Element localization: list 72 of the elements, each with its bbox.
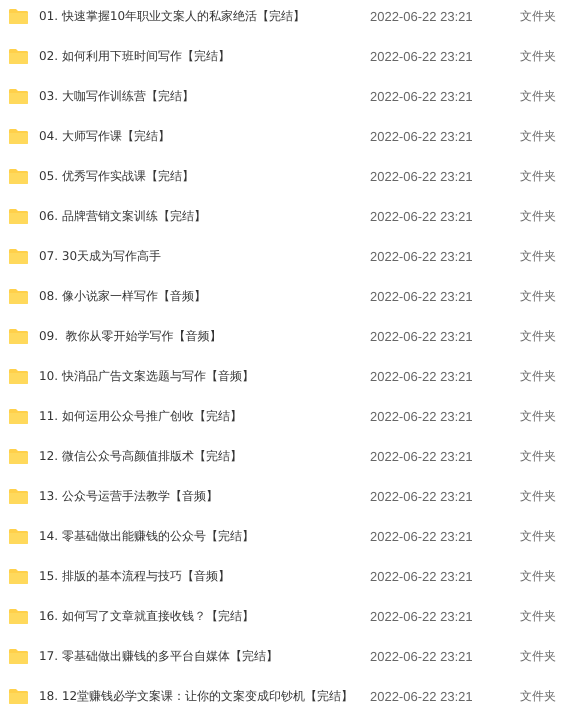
folder-icon xyxy=(8,328,29,344)
modified-date: 2022-06-22 23:21 xyxy=(370,328,474,344)
file-type: 文件夹 xyxy=(520,648,556,664)
file-type: 文件夹 xyxy=(520,288,556,304)
folder-name[interactable]: 10. 快消品广告文案选题与写作【音频】 xyxy=(39,368,370,384)
folder-name[interactable]: 06. 品牌营销文案训练【完结】 xyxy=(39,208,370,224)
modified-date: 2022-06-22 23:21 xyxy=(370,408,474,424)
folder-icon xyxy=(8,88,29,104)
folder-name[interactable]: 02. 如何利用下班时间写作【完结】 xyxy=(39,48,370,64)
folder-name[interactable]: 03. 大咖写作训练营【完结】 xyxy=(39,88,370,104)
folder-icon xyxy=(8,168,29,184)
folder-name[interactable]: 17. 零基础做出赚钱的多平台自媒体【完结】 xyxy=(39,648,370,664)
modified-date: 2022-06-22 23:21 xyxy=(370,288,474,304)
modified-date: 2022-06-22 23:21 xyxy=(370,608,474,624)
folder-name[interactable]: 15. 排版的基本流程与技巧【音频】 xyxy=(39,568,370,584)
file-type: 文件夹 xyxy=(520,488,556,504)
folder-icon xyxy=(8,448,29,464)
file-type: 文件夹 xyxy=(520,568,556,584)
modified-date: 2022-06-22 23:21 xyxy=(370,488,474,504)
modified-date: 2022-06-22 23:21 xyxy=(370,248,474,264)
modified-date: 2022-06-22 23:21 xyxy=(370,448,474,464)
folder-icon xyxy=(8,48,29,64)
folder-icon xyxy=(8,528,29,544)
folder-icon xyxy=(8,368,29,384)
folder-name[interactable]: 01. 快速掌握10年职业文案人的私家绝活【完结】 xyxy=(39,8,370,24)
folder-name[interactable]: 04. 大师写作课【完结】 xyxy=(39,128,370,144)
modified-date: 2022-06-22 23:21 xyxy=(370,368,474,384)
folder-icon xyxy=(8,8,29,24)
folder-name[interactable]: 11. 如何运用公众号推广创收【完结】 xyxy=(39,408,370,424)
file-type: 文件夹 xyxy=(520,248,556,264)
modified-date: 2022-06-22 23:21 xyxy=(370,528,474,544)
file-type: 文件夹 xyxy=(520,608,556,624)
file-type: 文件夹 xyxy=(520,88,556,104)
folder-name[interactable]: 09. 教你从零开始学写作【音频】 xyxy=(39,328,370,344)
folder-name[interactable]: 08. 像小说家一样写作【音频】 xyxy=(39,288,370,304)
file-type: 文件夹 xyxy=(520,688,556,704)
folder-icon xyxy=(8,488,29,504)
folder-name[interactable]: 13. 公众号运营手法教学【音频】 xyxy=(39,488,370,504)
folder-icon xyxy=(8,208,29,224)
folder-icon xyxy=(8,408,29,424)
file-type: 文件夹 xyxy=(520,168,556,184)
folder-icon xyxy=(8,128,29,144)
file-type: 文件夹 xyxy=(520,48,556,64)
modified-date: 2022-06-22 23:21 xyxy=(370,568,474,584)
modified-date: 2022-06-22 23:21 xyxy=(370,48,474,64)
folder-icon xyxy=(8,288,29,304)
file-type: 文件夹 xyxy=(520,448,556,464)
modified-date: 2022-06-22 23:21 xyxy=(370,168,474,184)
folder-icon xyxy=(8,568,29,584)
file-type: 文件夹 xyxy=(520,328,556,344)
file-type: 文件夹 xyxy=(520,128,556,144)
modified-date: 2022-06-22 23:21 xyxy=(370,208,474,224)
modified-date: 2022-06-22 23:21 xyxy=(370,688,474,704)
folder-icon xyxy=(8,248,29,264)
folder-icon xyxy=(8,608,29,624)
modified-date: 2022-06-22 23:21 xyxy=(370,128,474,144)
folder-name[interactable]: 12. 微信公众号高颜值排版术【完结】 xyxy=(39,448,370,464)
modified-date: 2022-06-22 23:21 xyxy=(370,648,474,664)
file-type: 文件夹 xyxy=(520,408,556,424)
folder-icon xyxy=(8,688,29,704)
file-type: 文件夹 xyxy=(520,528,556,544)
modified-date: 2022-06-22 23:21 xyxy=(370,88,474,104)
folder-name[interactable]: 14. 零基础做出能赚钱的公众号【完结】 xyxy=(39,528,370,544)
folder-name[interactable]: 16. 如何写了文章就直接收钱？【完结】 xyxy=(39,608,370,624)
modified-date: 2022-06-22 23:21 xyxy=(370,8,474,24)
folder-icon xyxy=(8,648,29,664)
file-type: 文件夹 xyxy=(520,368,556,384)
file-type: 文件夹 xyxy=(520,208,556,224)
folder-name[interactable]: 18. 12堂赚钱必学文案课：让你的文案变成印钞机【完结】 xyxy=(39,688,370,704)
folder-name[interactable]: 07. 30天成为写作高手 xyxy=(39,248,370,264)
file-type: 文件夹 xyxy=(520,8,556,24)
folder-name[interactable]: 05. 优秀写作实战课【完结】 xyxy=(39,168,370,184)
